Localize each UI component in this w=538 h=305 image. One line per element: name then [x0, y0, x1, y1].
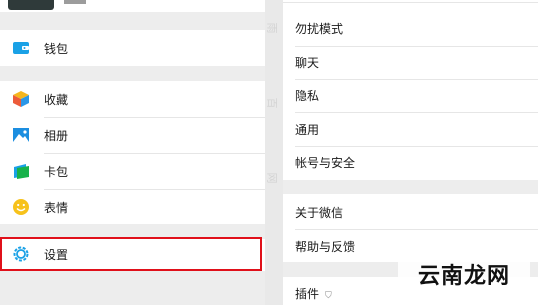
- menu-item-cards[interactable]: 卡包: [0, 153, 265, 189]
- settings-item-about[interactable]: 关于微信: [283, 194, 538, 230]
- settings-item-chat[interactable]: 聊天: [283, 44, 538, 80]
- me-panel: 钱包 收藏 相册 卡包 表情 设置: [0, 0, 265, 305]
- watermark-fragment: 百: [265, 97, 279, 109]
- settings-label-about: 关于微信: [295, 205, 344, 220]
- smiley-icon: [13, 199, 29, 215]
- menu-label-stickers: 表情: [44, 200, 69, 215]
- settings-label-account-security: 帐号与安全: [295, 155, 356, 170]
- avatar[interactable]: [8, 0, 54, 10]
- menu-item-album[interactable]: 相册: [0, 117, 265, 153]
- settings-label-general: 通用: [295, 122, 320, 137]
- menu-item-favorites[interactable]: 收藏: [0, 81, 265, 117]
- menu-label-album: 相册: [44, 128, 69, 143]
- watermark-fragment: 雨: [265, 22, 279, 34]
- settings-label-plugins: 插件: [295, 286, 320, 301]
- settings-item-general[interactable]: 通用: [283, 111, 538, 147]
- wallet-icon: [13, 42, 29, 54]
- profile-header[interactable]: [0, 0, 265, 12]
- settings-highlight-box: [0, 237, 262, 271]
- menu-item-stickers[interactable]: 表情: [0, 189, 265, 225]
- picture-icon: [13, 128, 29, 142]
- menu-label-cards: 卡包: [44, 164, 69, 179]
- settings-label-dnd: 勿扰模式: [295, 21, 344, 36]
- divider: [283, 2, 538, 3]
- settings-item-privacy[interactable]: 隐私: [283, 77, 538, 113]
- settings-plugins-label-wrap: 插件 ⛉: [295, 285, 332, 302]
- menu-label-wallet: 钱包: [44, 41, 69, 56]
- card-icon: [14, 164, 29, 179]
- settings-label-privacy: 隐私: [295, 88, 320, 103]
- menu-label-favorites: 收藏: [44, 92, 69, 107]
- settings-label-chat: 聊天: [295, 55, 320, 70]
- menu-item-wallet[interactable]: 钱包: [0, 30, 265, 66]
- site-watermark: 云南龙网: [398, 256, 530, 292]
- settings-item-account-security[interactable]: 帐号与安全: [283, 144, 538, 180]
- settings-label-help-feedback: 帮助与反馈: [295, 239, 356, 254]
- cube-icon: [13, 91, 29, 107]
- shield-icon: ⛉: [325, 290, 332, 301]
- panel-divider: 雨 百 网: [265, 0, 283, 305]
- settings-item-dnd[interactable]: 勿扰模式: [283, 10, 538, 46]
- watermark-fragment: 网: [265, 172, 279, 184]
- profile-name-fragment: [64, 0, 86, 4]
